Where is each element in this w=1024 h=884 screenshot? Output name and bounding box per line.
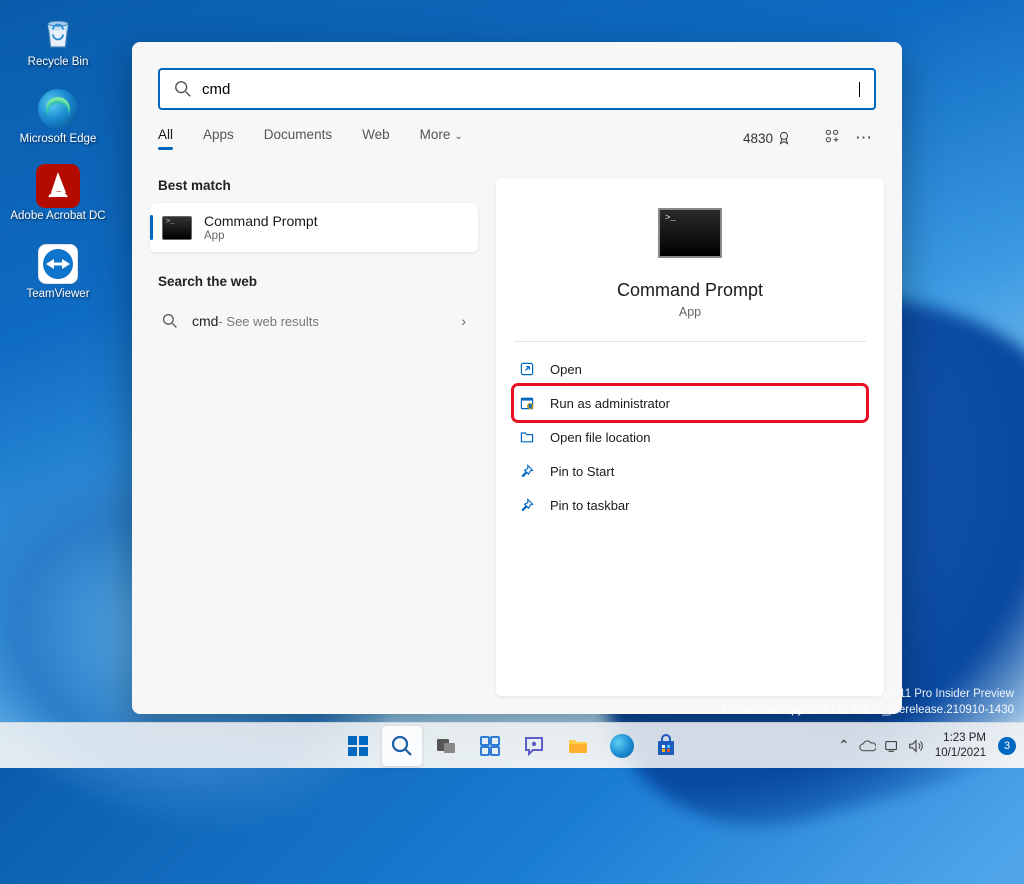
rewards-points[interactable]: 4830 xyxy=(743,131,791,146)
tab-all[interactable]: All xyxy=(158,127,173,150)
desktop-icon-acrobat[interactable]: Adobe Acrobat DC xyxy=(8,164,108,223)
action-run-as-administrator[interactable]: Run as administrator xyxy=(514,386,866,420)
store-button[interactable] xyxy=(646,726,686,766)
desktop-icon-label: Recycle Bin xyxy=(28,56,89,69)
command-prompt-icon xyxy=(162,216,192,240)
detail-title: Command Prompt xyxy=(514,280,866,301)
volume-icon[interactable] xyxy=(905,730,927,762)
tray-overflow-icon[interactable]: ⌃ xyxy=(833,730,855,762)
search-icon xyxy=(162,313,178,329)
action-open[interactable]: Open xyxy=(514,352,866,386)
chevron-right-icon: › xyxy=(461,313,466,329)
best-match-heading: Best match xyxy=(150,178,478,203)
tab-more[interactable]: More⌄ xyxy=(420,127,463,150)
edge-button[interactable] xyxy=(602,726,642,766)
web-term: cmd xyxy=(192,313,218,329)
divider xyxy=(514,341,866,342)
result-detail-pane: Command Prompt App Open Run as administra… xyxy=(496,178,884,696)
tab-web[interactable]: Web xyxy=(362,127,390,150)
search-box[interactable] xyxy=(158,68,876,110)
desktop-icon-teamviewer[interactable]: TeamViewer xyxy=(8,242,108,301)
detail-subtitle: App xyxy=(514,305,866,319)
taskbar: ⌃ 1:23 PM10/1/2021 3 xyxy=(0,722,1024,768)
search-button[interactable] xyxy=(382,726,422,766)
search-tabs: All Apps Documents Web More⌄ 4830 ⋯ xyxy=(132,128,902,160)
start-button[interactable] xyxy=(338,726,378,766)
action-open-file-location[interactable]: Open file location xyxy=(514,420,866,454)
notifications-badge[interactable]: 3 xyxy=(998,737,1016,755)
widgets-button[interactable] xyxy=(470,726,510,766)
tab-documents[interactable]: Documents xyxy=(264,127,332,150)
action-label: Pin to taskbar xyxy=(550,498,630,513)
command-prompt-icon xyxy=(658,208,722,258)
desktop-icons: Recycle Bin Microsoft Edge Adobe Acrobat… xyxy=(8,10,108,319)
action-label: Open file location xyxy=(550,430,650,445)
admin-icon xyxy=(518,394,536,412)
best-match-result[interactable]: Command Prompt App xyxy=(150,203,478,252)
action-label: Pin to Start xyxy=(550,464,614,479)
folder-icon xyxy=(518,428,536,446)
web-heading: Search the web xyxy=(150,274,478,299)
action-pin-to-start[interactable]: Pin to Start xyxy=(514,454,866,488)
network-icon[interactable] xyxy=(881,730,903,762)
recycle-bin-icon xyxy=(36,10,80,54)
edge-icon xyxy=(36,87,80,131)
chevron-down-icon: ⌄ xyxy=(454,131,462,142)
results-left-column: Best match Command Prompt App Search the… xyxy=(150,178,478,696)
pin-icon xyxy=(518,462,536,480)
explorer-button[interactable] xyxy=(558,726,598,766)
watermark: Windows 11 Pro Insider Preview Evaluatio… xyxy=(722,686,1014,718)
desktop-icon-label: TeamViewer xyxy=(26,288,89,301)
search-input[interactable] xyxy=(202,81,859,98)
task-view-button[interactable] xyxy=(426,726,466,766)
action-label: Open xyxy=(550,362,582,377)
start-search-panel: All Apps Documents Web More⌄ 4830 ⋯ Best… xyxy=(132,42,902,714)
taskbar-center xyxy=(338,726,686,766)
tab-apps[interactable]: Apps xyxy=(203,127,234,150)
system-tray: ⌃ 1:23 PM10/1/2021 3 xyxy=(833,730,1016,762)
options-icon[interactable] xyxy=(819,127,845,150)
acrobat-icon xyxy=(36,164,80,208)
onedrive-icon[interactable] xyxy=(857,730,879,762)
pin-icon xyxy=(518,496,536,514)
web-result[interactable]: cmd - See web results › xyxy=(150,301,478,341)
desktop-icon-edge[interactable]: Microsoft Edge xyxy=(8,87,108,146)
action-label: Run as administrator xyxy=(550,396,670,411)
desktop-icon-label: Adobe Acrobat DC xyxy=(10,210,105,223)
web-suffix: - See web results xyxy=(218,314,318,329)
desktop-icon-label: Microsoft Edge xyxy=(20,133,97,146)
desktop-icon-recycle-bin[interactable]: Recycle Bin xyxy=(8,10,108,69)
result-subtitle: App xyxy=(204,230,318,242)
action-pin-to-taskbar[interactable]: Pin to taskbar xyxy=(514,488,866,522)
teamviewer-icon xyxy=(36,242,80,286)
chat-button[interactable] xyxy=(514,726,554,766)
result-title: Command Prompt xyxy=(204,213,318,229)
more-icon[interactable]: ⋯ xyxy=(851,128,876,148)
open-icon xyxy=(518,360,536,378)
medal-icon xyxy=(777,131,791,145)
search-icon xyxy=(174,80,192,98)
clock[interactable]: 1:23 PM10/1/2021 xyxy=(929,731,992,760)
